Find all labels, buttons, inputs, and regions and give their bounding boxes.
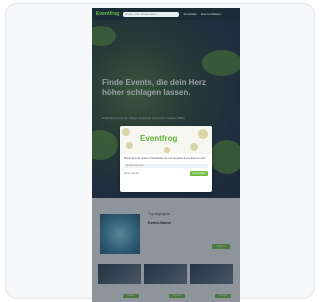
mobile-screenshot: Eventfrog Event, Ort, Veranstalter… Anme… xyxy=(92,8,240,302)
search-input[interactable]: Event, Ort, Veranstalter… xyxy=(123,11,180,17)
decorative-dot xyxy=(122,128,130,136)
newsletter-modal: Eventfrog Melde dich für unseren Newslet… xyxy=(120,126,212,192)
decorative-dot xyxy=(164,147,170,153)
modal-header: Eventfrog xyxy=(120,126,212,154)
modal-logo: Eventfrog xyxy=(140,134,178,143)
email-field[interactable]: E-Mail-Adresse xyxy=(124,164,208,168)
modal-body: Melde dich für unseren Newsletter an und… xyxy=(120,154,212,179)
subscribe-button[interactable]: Anmelden xyxy=(190,171,208,176)
decorative-dot xyxy=(190,143,198,151)
nav-link-create-event[interactable]: Event erfassen xyxy=(201,12,221,16)
nav-link-login[interactable]: Anmelden xyxy=(183,12,197,16)
decorative-dot xyxy=(198,129,208,139)
decorative-dot xyxy=(126,142,133,149)
brand-logo[interactable]: Eventfrog xyxy=(96,11,119,17)
modal-actions: Nein danke Anmelden xyxy=(124,171,208,176)
top-navigation: Eventfrog Event, Ort, Veranstalter… Anme… xyxy=(92,8,240,20)
modal-message: Melde dich für unseren Newsletter an und… xyxy=(124,157,207,160)
dismiss-link[interactable]: Nein danke xyxy=(124,171,139,176)
